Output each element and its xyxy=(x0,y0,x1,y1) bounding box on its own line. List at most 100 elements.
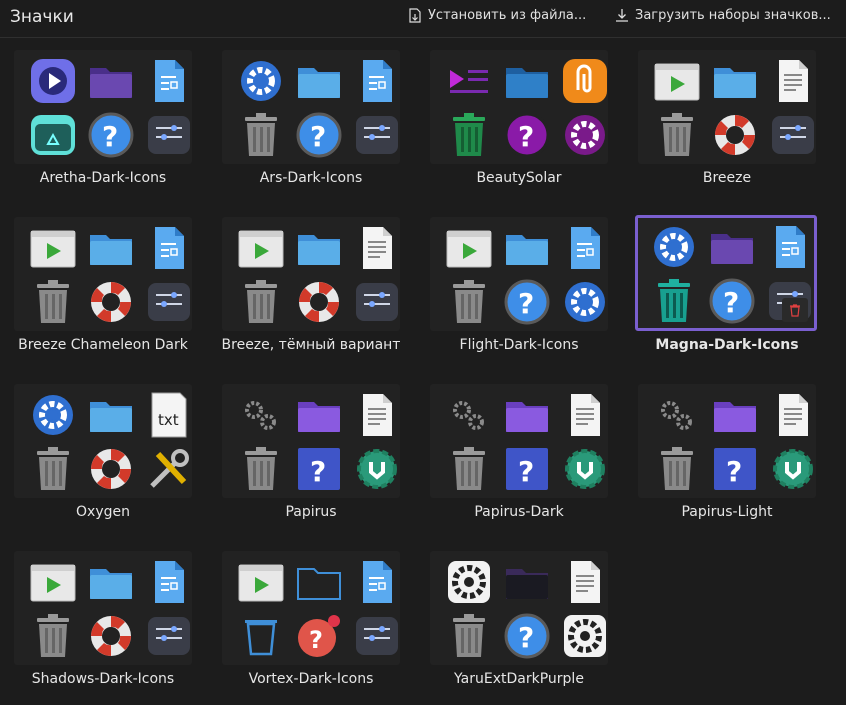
icon-theme-name: Ars-Dark-Icons xyxy=(259,170,363,186)
icon-theme-tile[interactable]: Shadows-Dark-Icons xyxy=(0,539,206,704)
document-icon xyxy=(352,557,402,607)
folder-icon xyxy=(86,390,136,440)
folder-icon xyxy=(710,390,760,440)
icon-theme-preview[interactable]: ? xyxy=(430,50,608,164)
trash-icon xyxy=(28,611,78,661)
lifebuoy-icon xyxy=(86,444,136,494)
trash-icon xyxy=(444,277,494,327)
trash-icon xyxy=(652,110,702,160)
trash-icon xyxy=(236,444,286,494)
icon-theme-name: Breeze, тёмный вариант xyxy=(221,337,401,353)
icon-theme-preview[interactable]: ? xyxy=(430,551,608,665)
settings-sliders-icon xyxy=(352,611,402,661)
gear-icon xyxy=(560,277,610,327)
delete-theme-button[interactable] xyxy=(782,298,808,322)
icon-theme-preview[interactable] xyxy=(14,551,192,665)
help-icon: ? xyxy=(710,444,760,494)
gears-icon xyxy=(236,390,286,440)
gear-icon xyxy=(444,557,494,607)
trash-icon xyxy=(444,110,494,160)
delete-icon xyxy=(790,303,800,317)
text-document-icon xyxy=(768,390,818,440)
icon-theme-preview[interactable]: ? xyxy=(222,384,400,498)
icon-theme-tile[interactable]: Breeze Chameleon Dark xyxy=(0,205,206,370)
icon-theme-preview[interactable]: ? xyxy=(222,50,400,164)
wrench-gear-icon xyxy=(560,444,610,494)
help-icon: ? xyxy=(502,444,552,494)
icon-theme-name: Breeze xyxy=(702,170,752,186)
gears-icon xyxy=(444,390,494,440)
icon-theme-tile[interactable]: ? YaruExtDarkPurple xyxy=(416,539,622,704)
document-icon xyxy=(144,56,194,106)
trash-icon xyxy=(444,611,494,661)
media-player-icon xyxy=(28,56,78,106)
icon-theme-name: Aretha-Dark-Icons xyxy=(39,170,167,186)
icon-theme-preview[interactable]: txt xyxy=(14,384,192,498)
lifebuoy-icon xyxy=(86,611,136,661)
help-icon: ? xyxy=(294,444,344,494)
header-bar: Значки Установить из файла... Загрузить … xyxy=(0,0,846,38)
folder-icon xyxy=(294,56,344,106)
trash-icon xyxy=(28,444,78,494)
folder-icon xyxy=(710,56,760,106)
icon-theme-tile[interactable]: ? Magna-Dark-Icons xyxy=(624,205,830,370)
folder-icon xyxy=(502,223,552,273)
download-icon xyxy=(616,9,628,22)
text-document-icon xyxy=(352,390,402,440)
page-title: Значки xyxy=(10,7,74,27)
icon-theme-tile[interactable]: Breeze xyxy=(624,38,830,203)
recycle-bin-icon xyxy=(28,110,78,160)
icon-theme-preview[interactable]: ? xyxy=(430,217,608,331)
icon-theme-preview[interactable]: ? xyxy=(430,384,608,498)
icon-theme-tile[interactable]: ? Papirus-Dark xyxy=(416,372,622,537)
folder-icon xyxy=(294,390,344,440)
text-document-icon xyxy=(352,223,402,273)
icon-theme-preview[interactable]: ? xyxy=(635,215,817,331)
folder-icon xyxy=(86,557,136,607)
icon-theme-name: Papirus-Dark xyxy=(474,504,564,520)
icon-theme-name: Magna-Dark-Icons xyxy=(655,337,799,353)
icon-theme-preview[interactable]: ? xyxy=(638,384,816,498)
settings-sliders-icon xyxy=(144,277,194,327)
icon-theme-preview[interactable] xyxy=(222,217,400,331)
icon-theme-preview[interactable] xyxy=(638,50,816,164)
gears-icon xyxy=(652,390,702,440)
icon-theme-preview[interactable]: ? xyxy=(222,551,400,665)
settings-sliders-icon xyxy=(352,110,402,160)
document-icon xyxy=(765,222,815,272)
settings-sliders-icon xyxy=(144,611,194,661)
icon-theme-tile[interactable]: txt Oxygen xyxy=(0,372,206,537)
svg-text:txt: txt xyxy=(158,411,179,429)
settings-sliders-icon xyxy=(352,277,402,327)
folder-icon xyxy=(502,56,552,106)
wrench-gear-icon xyxy=(768,444,818,494)
icon-theme-preview[interactable]: ? xyxy=(14,50,192,164)
txt-document-icon: txt xyxy=(144,390,194,440)
icon-theme-tile[interactable]: ? Papirus-Light xyxy=(624,372,830,537)
gear-icon xyxy=(560,110,610,160)
icon-theme-tile[interactable]: Breeze, тёмный вариант xyxy=(208,205,414,370)
media-window-icon xyxy=(28,223,78,273)
icon-theme-tile[interactable]: ? BeautySolar xyxy=(416,38,622,203)
icon-theme-preview[interactable] xyxy=(14,217,192,331)
svg-text:?: ? xyxy=(518,455,534,488)
icon-theme-name: Shadows-Dark-Icons xyxy=(31,671,175,687)
svg-text:?: ? xyxy=(518,120,534,153)
install-from-file-button[interactable]: Установить из файла... xyxy=(408,8,586,23)
text-document-icon xyxy=(560,390,610,440)
trash-icon xyxy=(236,277,286,327)
icon-theme-tile[interactable]: ? Flight-Dark-Icons xyxy=(416,205,622,370)
trash-icon xyxy=(444,444,494,494)
lifebuoy-icon xyxy=(710,110,760,160)
media-window-icon xyxy=(28,557,78,607)
icon-theme-tile[interactable]: ? Ars-Dark-Icons xyxy=(208,38,414,203)
icon-theme-name: Breeze Chameleon Dark xyxy=(18,337,188,353)
icon-theme-tile[interactable]: ? Vortex-Dark-Icons xyxy=(208,539,414,704)
icon-theme-name: Oxygen xyxy=(76,504,130,520)
gear-icon xyxy=(28,390,78,440)
help-icon: ? xyxy=(294,611,344,661)
folder-icon xyxy=(86,223,136,273)
icon-theme-tile[interactable]: ? Papirus xyxy=(208,372,414,537)
icon-theme-tile[interactable]: ? Aretha-Dark-Icons xyxy=(0,38,206,203)
download-icon-sets-button[interactable]: Загрузить наборы значков... xyxy=(615,8,831,23)
